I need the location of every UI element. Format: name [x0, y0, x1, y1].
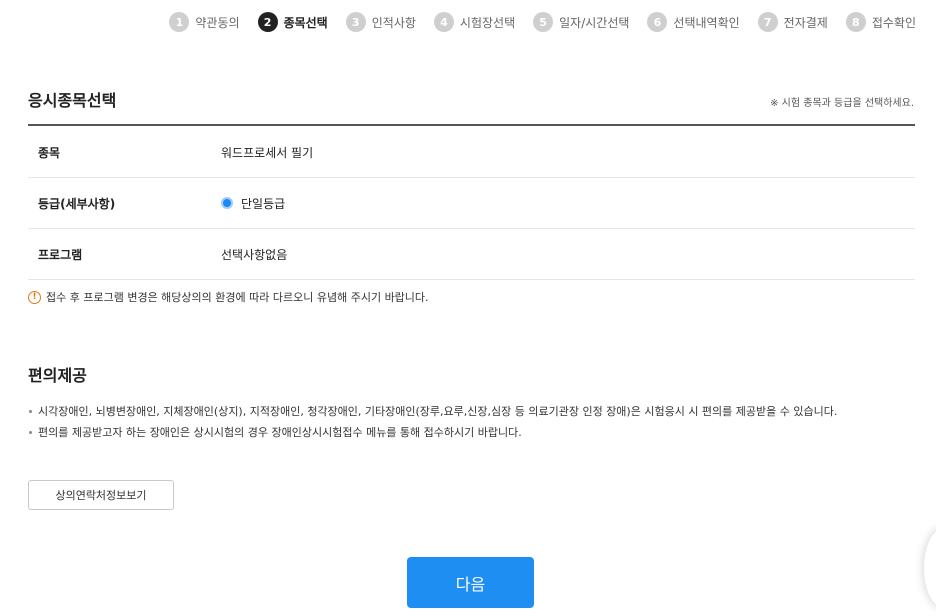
step-label: 선택내역확인 — [673, 15, 740, 30]
step-3: 3 인적사항 — [345, 12, 416, 32]
step-label: 종목선택 — [283, 15, 328, 30]
step-number: 4 — [433, 12, 454, 32]
step-label: 인적사항 — [371, 15, 416, 30]
table-top-border — [28, 124, 915, 126]
step-number: 5 — [533, 12, 554, 32]
row-label: 종목 — [38, 145, 61, 160]
section-title-exam-selection: 응시종목선택 — [28, 91, 117, 110]
step-1: 1 약관동의 — [169, 12, 240, 32]
section-note: ※ 시험 종목과 등급을 선택하세요. — [770, 98, 914, 109]
step-label: 일자/시간선택 — [559, 15, 630, 30]
subject-value: 워드프로세서 필기 — [221, 145, 314, 160]
accommodation-list: 시각장애인, 뇌병변장애인, 지체장애인(상지), 지적장애인, 청각장애인, … — [28, 401, 915, 443]
notice-text: 접수 후 프로그램 변경은 해당상의의 환경에 따라 다르오니 유념해 주시기 … — [46, 291, 429, 304]
next-button[interactable]: 다음 — [407, 557, 534, 608]
row-subject: 종목 워드프로세서 필기 — [28, 127, 915, 178]
row-grade: 등급(세부사항) 단일등급 — [28, 178, 915, 229]
step-4: 4 시험장선택 — [433, 12, 516, 32]
view-contact-info-button[interactable]: 상의연락처정보보기 — [28, 480, 174, 510]
step-number: 2 — [257, 12, 278, 32]
step-label: 약관동의 — [195, 15, 240, 30]
step-number: 3 — [345, 12, 366, 32]
radio-selected-icon[interactable] — [221, 197, 233, 209]
program-value: 선택사항없음 — [221, 247, 288, 262]
step-label: 시험장선택 — [459, 15, 516, 30]
step-number: 6 — [647, 12, 668, 32]
row-label: 프로그램 — [38, 247, 83, 262]
row-label: 등급(세부사항) — [38, 196, 116, 211]
step-label: 접수확인 — [871, 15, 916, 30]
floating-widget-edge[interactable] — [924, 528, 936, 608]
list-item: 편의를 제공받고자 하는 장애인은 상시시험의 경우 장애인상시시험접수 메뉴를… — [28, 422, 915, 443]
section-title-accommodation: 편의제공 — [28, 366, 87, 385]
step-number: 7 — [757, 12, 778, 32]
step-number: 1 — [169, 12, 190, 32]
grade-radio-option[interactable]: 단일등급 — [221, 195, 285, 212]
list-item: 시각장애인, 뇌병변장애인, 지체장애인(상지), 지적장애인, 청각장애인, … — [28, 401, 915, 422]
info-icon: ! — [28, 290, 41, 304]
step-6: 6 선택내역확인 — [647, 12, 740, 32]
step-7: 7 전자결제 — [757, 12, 828, 32]
step-8: 8 접수확인 — [845, 12, 916, 32]
row-program: 프로그램 선택사항없음 — [28, 229, 915, 280]
step-5: 5 일자/시간선택 — [533, 12, 629, 32]
grade-radio-label[interactable]: 단일등급 — [241, 195, 285, 212]
program-change-notice: ! 접수 후 프로그램 변경은 해당상의의 환경에 따라 다르오니 유념해 주시… — [28, 289, 429, 305]
step-indicator: 1 약관동의 2 종목선택 3 인적사항 4 시험장선택 5 일자/시간선택 6 선택내역확… — [169, 12, 916, 32]
step-label: 전자결제 — [783, 15, 828, 30]
step-2-active: 2 종목선택 — [257, 12, 328, 32]
step-number: 8 — [845, 12, 866, 32]
